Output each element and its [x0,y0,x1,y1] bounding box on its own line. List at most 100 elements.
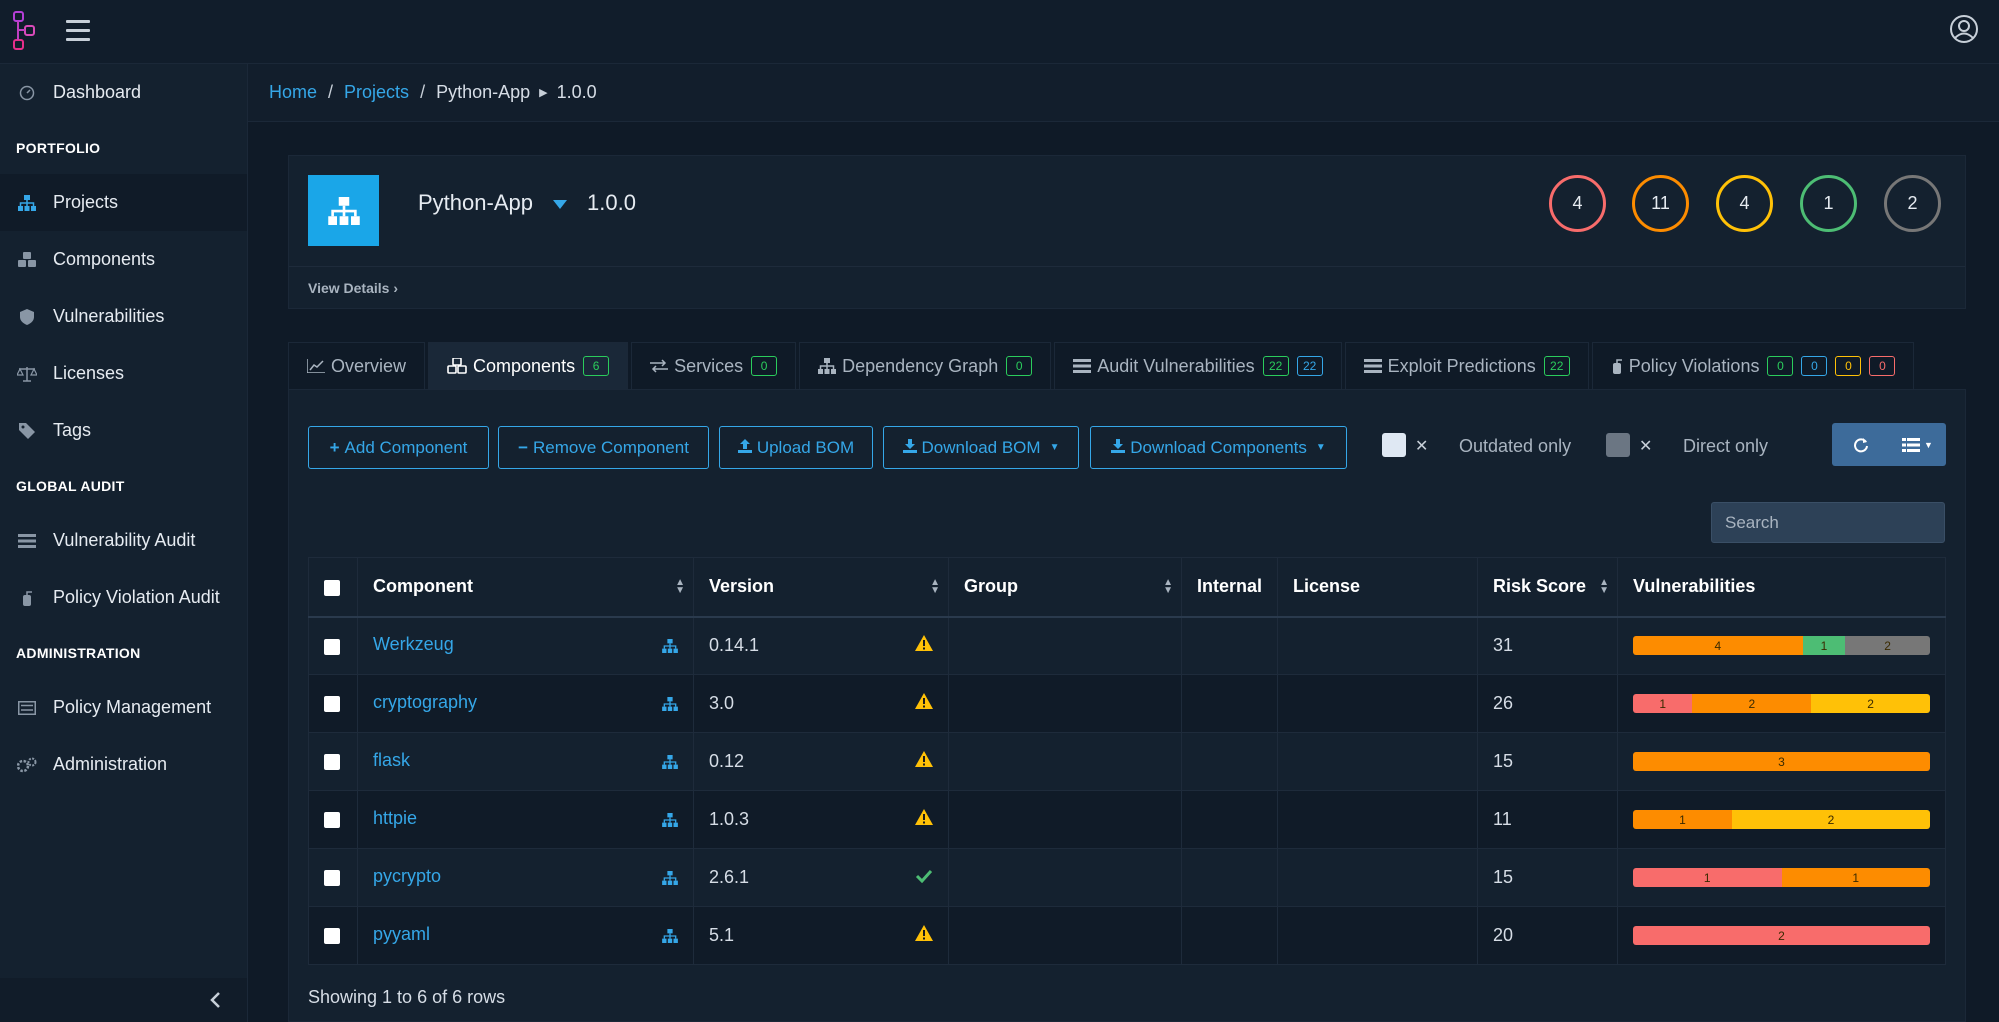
tab-overview[interactable]: Overview [288,342,426,389]
search-input[interactable] [1711,502,1945,543]
table-row: pycrypto 2.6.1 15 1 1 [308,848,1946,907]
column-header-component[interactable]: Component ▲ ▼ [357,557,694,618]
hamburger-icon[interactable] [66,20,90,42]
vuln-segment-unassigned: 2 [1845,636,1930,656]
select-all-checkbox[interactable] [324,579,340,596]
component-link[interactable]: Werkzeug [373,634,454,654]
caret-down-icon[interactable] [553,200,567,209]
sitemap-icon[interactable] [662,811,678,832]
refresh-button[interactable] [1832,423,1889,466]
severity-medium-count: 4 [1716,175,1773,232]
component-link[interactable]: pyyaml [373,924,430,944]
remove-component-button[interactable]: − Remove Component [498,426,709,469]
speedometer-icon [16,84,38,102]
sitemap-icon[interactable] [662,753,678,774]
sidebar-item-vulnerabilities[interactable]: Vulnerabilities [0,288,247,345]
vulnerability-bar: 3 [1633,752,1930,771]
tab-badge: 0 [1767,356,1794,376]
component-cell: httpie [357,790,694,849]
fire-extinguisher-icon [1611,358,1623,374]
sitemap-icon[interactable] [662,869,678,890]
direct-only-toggle[interactable] [1606,433,1630,457]
view-details-label: View Details [308,280,390,296]
license-cell [1277,848,1479,907]
component-version: 2.6.1 [709,867,750,887]
sidebar-item-vulnerability-audit[interactable]: Vulnerability Audit [0,512,247,569]
refresh-icon [1853,437,1868,452]
caret-down-icon: ▼ [1049,442,1060,453]
sitemap-icon[interactable] [662,927,678,948]
sidebar-item-projects[interactable]: Projects [0,174,247,231]
vuln-segment-low: 1 [1802,636,1846,656]
breadcrumb-version: 1.0.0 [556,82,597,102]
tab-audit-vulnerabilities[interactable]: Audit Vulnerabilities 22 22 [1054,342,1342,389]
sidebar-minimizer[interactable] [0,978,247,1022]
risk-score-cell: 15 [1477,732,1619,791]
tab-services[interactable]: Services 0 [631,342,797,389]
component-link[interactable]: pycrypto [373,866,441,886]
component-version: 5.1 [709,925,735,945]
sitemap-icon[interactable] [662,695,678,716]
view-details-link[interactable]: View Details › [308,280,398,296]
sidebar-item-administration[interactable]: Administration [0,736,247,793]
sidebar-item-tags[interactable]: Tags [0,402,247,459]
tab-dependency-graph[interactable]: Dependency Graph 0 [799,342,1052,389]
user-circle-icon[interactable] [1949,14,1979,44]
row-checkbox[interactable] [324,812,340,829]
sidebar-item-policy-management[interactable]: Policy Management [0,679,247,736]
component-link[interactable]: flask [373,750,410,770]
breadcrumb-separator: / [328,82,334,102]
column-header-group[interactable]: Group ▲ ▼ [948,557,1182,618]
download-bom-button[interactable]: Download BOM ▼ [883,426,1079,469]
component-link[interactable]: cryptography [373,692,477,712]
tab-components[interactable]: Components 6 [428,342,629,389]
sidebar-item-label: Administration [53,754,168,774]
vulnerability-bar: 122 [1633,694,1930,713]
column-header-version[interactable]: Version ▲ ▼ [693,557,949,618]
download-components-button[interactable]: Download Components ▼ [1090,426,1347,469]
add-component-button[interactable]: + Add Component [308,426,489,469]
severity-high-count: 11 [1632,175,1689,232]
sidebar-item-policy-violation-audit[interactable]: Policy Violation Audit [0,569,247,626]
sitemap-icon [16,194,38,212]
pagination-info: Showing 1 to 6 of 6 rows [308,987,506,1007]
tab-policy-violations[interactable]: Policy Violations 0 0 0 0 [1591,342,1915,389]
outdated-only-toggle[interactable] [1382,433,1406,457]
row-checkbox[interactable] [324,696,340,713]
direct-only-label: Direct only [1683,436,1769,456]
sidebar-item-licenses[interactable]: Licenses [0,345,247,402]
row-select-cell [308,906,358,965]
chevron-left-icon [210,992,220,1008]
component-cell: pyyaml [357,906,694,965]
download-bom-label: Download BOM [921,437,1041,457]
columns-dropdown-button[interactable]: ▼ [1889,423,1946,466]
list-icon [1902,437,1921,452]
sidebar-item-dashboard[interactable]: Dashboard [0,64,247,121]
tab-badge: 22 [1296,356,1323,376]
row-checkbox[interactable] [324,754,340,771]
version-cell: 2.6.1 [693,848,949,907]
vulnerabilities-cell: 412 [1617,616,1946,675]
tab-label: Services [674,355,744,376]
row-select-cell [308,848,358,907]
component-link[interactable]: httpie [373,808,417,828]
column-header-risk-score[interactable]: Risk Score ▲ ▼ [1477,557,1619,618]
close-icon[interactable]: ✕ [1639,436,1652,456]
sidebar-item-label: Licenses [53,363,125,383]
row-checkbox[interactable] [324,870,340,887]
tab-label: Exploit Predictions [1387,355,1536,376]
row-checkbox[interactable] [324,928,340,945]
caret-down-icon: ▼ [1924,439,1933,450]
vuln-segment-high: 1 [1781,868,1930,887]
vulnerabilities-cell: 122 [1617,674,1946,733]
sidebar-item-components[interactable]: Components [0,231,247,288]
row-checkbox[interactable] [324,638,340,655]
upload-bom-button[interactable]: Upload BOM [719,426,873,469]
dependency-track-logo[interactable] [12,10,42,52]
vulnerability-bar: 2 [1633,926,1930,945]
breadcrumb-projects[interactable]: Projects [344,82,409,103]
close-icon[interactable]: ✕ [1415,436,1428,456]
breadcrumb-home[interactable]: Home [269,82,317,103]
tab-exploit-predictions[interactable]: Exploit Predictions 22 [1344,342,1589,389]
sitemap-icon[interactable] [662,637,678,658]
